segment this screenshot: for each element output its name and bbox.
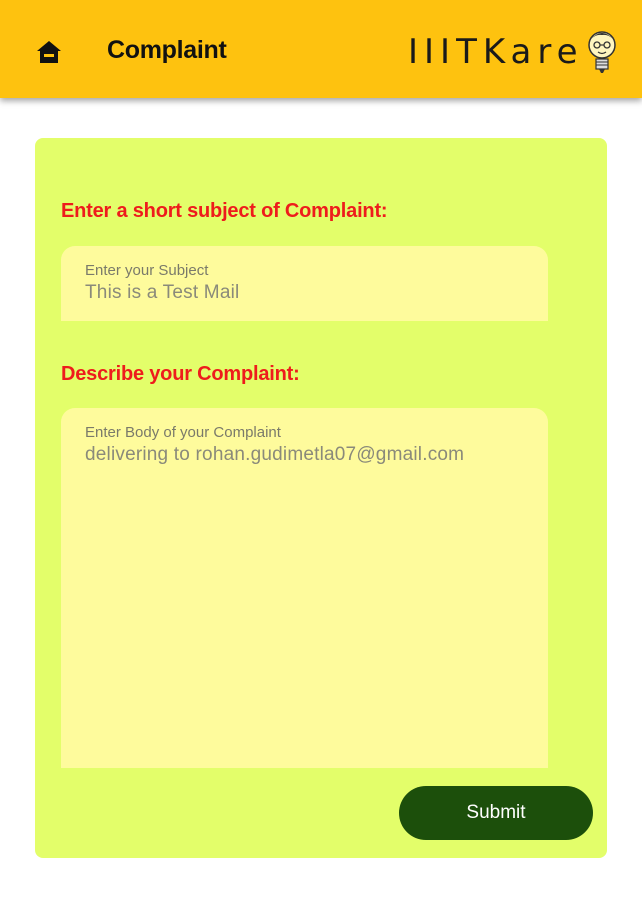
subject-input[interactable]: Enter your Subject This is a Test Mail: [61, 246, 548, 321]
submit-button[interactable]: Submit: [399, 786, 593, 840]
lightbulb-face-icon: [587, 31, 616, 73]
subject-value: This is a Test Mail: [85, 282, 240, 303]
complaint-body-textarea[interactable]: Enter Body of your Complaint delivering …: [61, 408, 548, 768]
home-icon: [37, 41, 61, 63]
brand-name: IIITKare: [408, 32, 584, 72]
subject-label: Enter a short subject of Complaint:: [61, 200, 388, 222]
body-value: delivering to rohan.gudimetla07@gmail.co…: [85, 444, 465, 465]
app-bar: Complaint IIITKare: [0, 0, 642, 98]
brand-logo: IIITKare: [408, 28, 618, 76]
subject-hint: Enter your Subject: [85, 262, 209, 279]
complaint-form-card: Enter a short subject of Complaint: Ente…: [35, 138, 607, 858]
page-title: Complaint: [107, 36, 227, 64]
body-label: Describe your Complaint:: [61, 363, 300, 385]
body-hint: Enter Body of your Complaint: [85, 424, 281, 441]
home-button[interactable]: [34, 37, 64, 67]
